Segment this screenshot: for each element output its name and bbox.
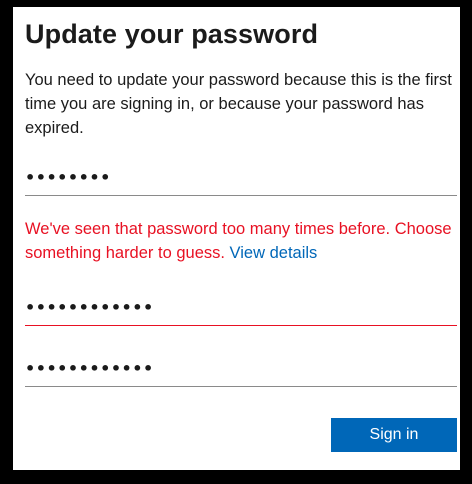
new-password-input[interactable]	[25, 297, 457, 317]
view-details-link[interactable]: View details	[230, 244, 318, 262]
new-password-field	[25, 289, 457, 326]
confirm-password-field	[25, 350, 457, 387]
dialog-title: Update your password	[25, 19, 319, 49]
confirm-password-input[interactable]	[25, 358, 457, 378]
password-error-message: We've seen that password too many times …	[25, 217, 457, 265]
current-password-field	[25, 159, 457, 196]
update-password-dialog: Update your password You need to update …	[13, 7, 460, 470]
sign-in-button[interactable]: Sign in	[331, 418, 457, 452]
current-password-input[interactable]	[25, 167, 457, 187]
dialog-description: You need to update your password because…	[25, 71, 452, 137]
